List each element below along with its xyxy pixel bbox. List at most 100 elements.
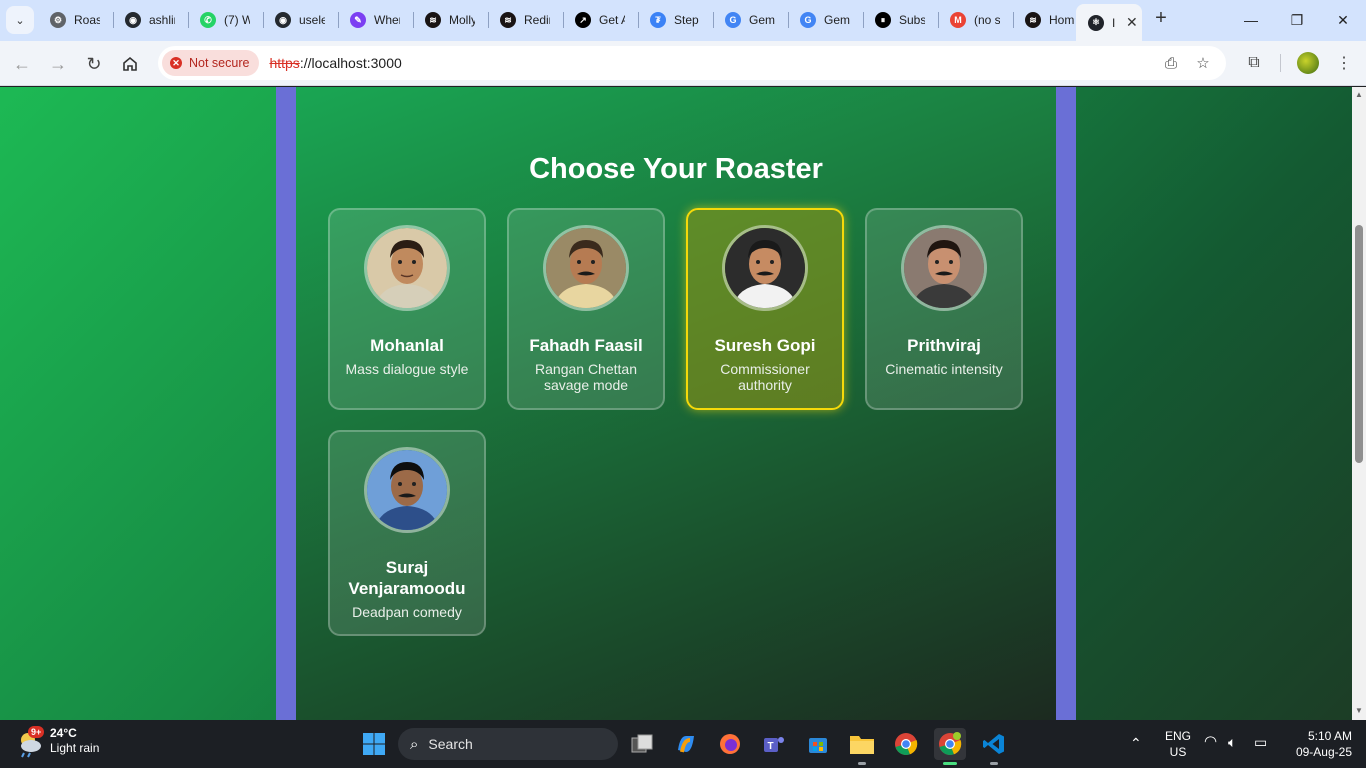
reload-button[interactable]: ↻: [80, 50, 108, 78]
roaster-card[interactable]: Prithviraj Cinematic intensity: [865, 208, 1023, 410]
speaker-icon: 🔈︎: [1228, 734, 1237, 750]
browser-tab[interactable]: G Gemi: [788, 4, 863, 36]
install-icon: ⎙: [1164, 54, 1177, 72]
browser-tab[interactable]: ₮ Step: [638, 4, 713, 36]
browser-tab[interactable]: ⚙ Roast: [38, 4, 113, 36]
roaster-card[interactable]: Mohanlal Mass dialogue style: [328, 208, 486, 410]
browser-tab[interactable]: ◉ usele: [263, 4, 338, 36]
clock[interactable]: 5:10 AM 09-Aug-25: [1284, 728, 1352, 760]
file-explorer-button[interactable]: [846, 728, 878, 765]
reload-icon: ↻: [86, 53, 102, 74]
bookmark-button[interactable]: ☆: [1194, 54, 1212, 72]
tab-strip: ⌄ ⚙ Roast ◉ ashlin ✆ (7) W ◉ usele ✎ Wher ≋ Molly ≋ R…: [0, 0, 1366, 41]
tab-active[interactable]: ⚛ I ✕: [1076, 4, 1142, 41]
browser-tab[interactable]: ≋ Molly: [413, 4, 488, 36]
scroll-down-icon[interactable]: ▼: [1355, 707, 1363, 715]
tab-title: (no s: [974, 13, 1000, 27]
task-view-icon: [631, 734, 653, 753]
profile-button[interactable]: [1296, 51, 1320, 75]
tab-title: Hom: [1049, 13, 1075, 27]
scroll-thumb[interactable]: [1355, 225, 1363, 463]
start-button[interactable]: [358, 728, 390, 760]
tab-title: Molly: [449, 13, 475, 27]
minimize-button[interactable]: —: [1228, 0, 1274, 40]
roaster-card[interactable]: Suraj Venjaramoodu Deadpan comedy: [328, 430, 486, 636]
tab-search-button[interactable]: ⌄: [6, 6, 34, 34]
right-accent-band: [1056, 87, 1076, 720]
back-button[interactable]: ←: [8, 50, 36, 78]
roaster-card[interactable]: Suresh Gopi Commissioner authority: [686, 208, 844, 410]
url-text[interactable]: https://localhost:3000: [269, 55, 401, 71]
tab-favicon-icon: G: [725, 12, 741, 28]
browser-tab[interactable]: ✆ (7) W: [188, 4, 263, 36]
menu-button[interactable]: ⋮: [1332, 51, 1356, 75]
network-button[interactable]: ◠: [1204, 734, 1217, 750]
tab-favicon-icon: ◉: [125, 12, 141, 28]
battery-button[interactable]: ▭: [1254, 734, 1267, 750]
taskbar-search-label: Search: [428, 736, 473, 752]
store-icon: [809, 738, 827, 753]
tab-title: Gemi: [749, 13, 775, 27]
tab-title: usele: [299, 13, 325, 27]
left-accent-band: [276, 87, 296, 720]
page-title: Choose Your Roaster: [529, 153, 823, 185]
security-chip[interactable]: ✕ Not secure: [162, 50, 260, 76]
wifi-icon: ◠: [1204, 733, 1218, 750]
browser-tab[interactable]: G Gemi: [713, 4, 788, 36]
chevron-down-icon: ⌄: [15, 14, 25, 27]
not-secure-icon: ✕: [170, 57, 182, 69]
volume-button[interactable]: 🔈︎: [1228, 734, 1236, 750]
tray-overflow-button[interactable]: ⌃: [1130, 735, 1142, 752]
task-view-button[interactable]: [626, 728, 658, 760]
active-indicator: [943, 762, 957, 765]
roaster-card[interactable]: Fahadh Faasil Rangan Chettan savage mode: [507, 208, 665, 410]
browser-tab[interactable]: ◉ ashlin: [113, 4, 188, 36]
home-button[interactable]: [116, 50, 144, 78]
weather-widget[interactable]: 9+ 24°C Light rain: [14, 726, 99, 758]
language-code: ENG: [1164, 729, 1191, 743]
tab-close-icon[interactable]: ✕: [1126, 14, 1138, 31]
search-icon: ⌕: [410, 735, 419, 753]
install-app-button[interactable]: ⎙: [1162, 54, 1180, 72]
tab-favicon-icon: G: [800, 12, 816, 28]
tab-title: Roast: [74, 13, 100, 27]
taskbar: 9+ 24°C Light rain ⌕ Search T ⌃ ENG US ◠…: [0, 720, 1366, 768]
roaster-avatar: [901, 225, 987, 311]
close-icon: ✕: [1337, 11, 1349, 28]
browser-tab[interactable]: ↗ Get A: [563, 4, 638, 36]
restore-button[interactable]: ❐: [1274, 0, 1320, 40]
chrome-profile-button[interactable]: [934, 728, 966, 765]
vscode-button[interactable]: [978, 728, 1010, 765]
browser-tab[interactable]: ≋ Redir: [488, 4, 563, 36]
puzzle-icon: ⧉: [1248, 54, 1260, 71]
chrome-button[interactable]: [890, 728, 922, 760]
copilot-button[interactable]: [670, 728, 702, 760]
forward-button[interactable]: →: [44, 50, 72, 78]
browser-tab[interactable]: M (no s: [938, 4, 1013, 36]
firefox-icon: [720, 734, 740, 754]
firefox-button[interactable]: [714, 728, 746, 760]
taskbar-search[interactable]: ⌕ Search: [398, 728, 618, 760]
arrow-right-icon: →: [49, 53, 67, 74]
url-host: ://localhost:3000: [299, 55, 402, 71]
tab-title: Step: [674, 13, 699, 27]
url-scheme: https: [269, 55, 300, 71]
page-scrollbar[interactable]: ▲ ▼: [1352, 87, 1366, 720]
browser-tab[interactable]: ✎ Wher: [338, 4, 413, 36]
teams-button[interactable]: T: [758, 728, 790, 760]
roaster-description: Rangan Chettan savage mode: [535, 361, 637, 393]
svg-text:T: T: [768, 741, 774, 752]
scroll-up-icon[interactable]: ▲: [1355, 91, 1363, 99]
windows-icon: [363, 733, 385, 755]
store-button[interactable]: [802, 728, 834, 760]
plus-icon: +: [1155, 7, 1167, 29]
tab-favicon-icon: ⏸: [875, 12, 891, 28]
extensions-button[interactable]: ⧉: [1242, 51, 1266, 75]
new-tab-button[interactable]: +: [1150, 8, 1172, 30]
close-window-button[interactable]: ✕: [1320, 0, 1366, 40]
browser-tab[interactable]: ⏸ Subs: [863, 4, 938, 36]
toolbar-divider: [1280, 54, 1281, 72]
address-bar[interactable]: ✕ Not secure https://localhost:3000 ⎙ ☆: [158, 46, 1226, 80]
roaster-avatar: [364, 447, 450, 533]
language-indicator[interactable]: ENG US: [1162, 728, 1194, 760]
